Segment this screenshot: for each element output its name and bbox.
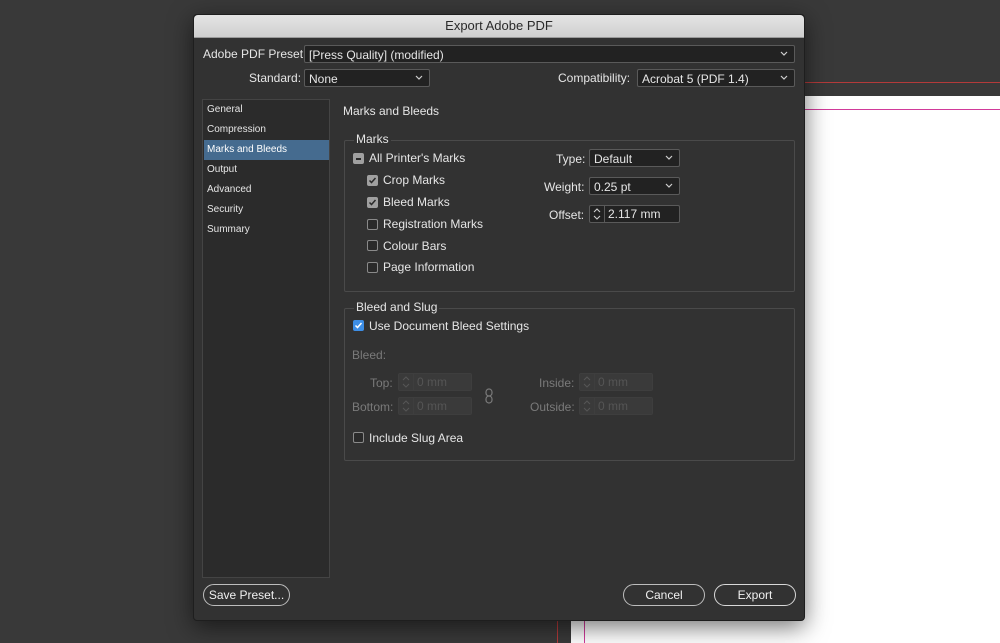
bleed-outside-value: 0 mm <box>598 399 628 413</box>
type-label: Type: <box>556 152 586 166</box>
bleed-outside-stepper[interactable]: 0 mm <box>579 397 653 415</box>
offset-value: 2.117 mm <box>608 207 661 221</box>
weight-label: Weight: <box>544 180 585 194</box>
standard-label: Standard: <box>249 71 302 85</box>
crop-marks-label: Crop Marks <box>383 173 446 187</box>
bleed-inside-value: 0 mm <box>598 375 628 389</box>
preset-label: Adobe PDF Preset: <box>203 47 307 61</box>
sidebar-item-output[interactable]: Output <box>204 160 329 180</box>
export-pdf-dialog: Export Adobe PDF Adobe PDF Preset: [Pres… <box>193 14 805 621</box>
bleed-guide-vertical <box>557 620 558 643</box>
preset-value: [Press Quality] (modified) <box>309 48 444 62</box>
sidebar-item-marks-and-bleeds[interactable]: Marks and Bleeds <box>204 140 329 160</box>
bleed-marks-checkbox[interactable] <box>367 197 378 208</box>
marks-group-label: Marks <box>354 132 391 146</box>
stepper-arrows-icon <box>402 398 414 414</box>
weight-select[interactable]: 0.25 pt <box>589 177 680 195</box>
chevron-down-icon <box>780 51 788 56</box>
weight-value: 0.25 pt <box>594 180 631 194</box>
stepper-arrows-icon[interactable] <box>590 206 605 222</box>
sidebar-item-advanced[interactable]: Advanced <box>204 180 329 200</box>
stepper-arrows-icon <box>583 374 595 390</box>
bleed-top-stepper[interactable]: 0 mm <box>398 373 472 391</box>
panel-title: Marks and Bleeds <box>343 104 440 118</box>
bleed-slug-group-label: Bleed and Slug <box>354 300 440 314</box>
chevron-down-icon <box>665 155 673 160</box>
sidebar-item-security[interactable]: Security <box>204 200 329 220</box>
bleed-label: Bleed: <box>352 348 387 362</box>
preset-select[interactable]: [Press Quality] (modified) <box>304 45 795 63</box>
top-label: Top: <box>370 376 393 390</box>
registration-marks-label: Registration Marks <box>383 217 484 231</box>
compatibility-select[interactable]: Acrobat 5 (PDF 1.4) <box>637 69 795 87</box>
standard-select[interactable]: None <box>304 69 430 87</box>
bleed-marks-label: Bleed Marks <box>383 195 450 209</box>
inside-label: Inside: <box>539 376 575 390</box>
margin-guide-vertical <box>584 620 585 643</box>
standard-value: None <box>309 72 338 86</box>
offset-label: Offset: <box>549 208 585 222</box>
compatibility-label: Compatibility: <box>558 71 631 85</box>
check-icon <box>368 177 377 184</box>
stepper-arrows-icon <box>402 374 414 390</box>
chevron-down-icon <box>415 75 423 80</box>
type-value: Default <box>594 152 633 166</box>
offset-stepper[interactable]: 2.117 mm <box>589 205 680 223</box>
crop-marks-checkbox[interactable] <box>367 175 378 186</box>
export-button[interactable]: Export <box>714 584 796 606</box>
bleed-guide-line <box>805 82 1000 83</box>
sidebar-item-general[interactable]: General <box>204 100 329 120</box>
use-document-bleed-label: Use Document Bleed Settings <box>369 319 530 333</box>
chevron-down-icon <box>780 75 788 80</box>
include-slug-checkbox[interactable] <box>353 432 364 443</box>
chain-link-icon[interactable] <box>483 387 495 405</box>
compatibility-value: Acrobat 5 (PDF 1.4) <box>642 72 749 86</box>
bleed-bottom-value: 0 mm <box>417 399 447 413</box>
bleed-inside-stepper[interactable]: 0 mm <box>579 373 653 391</box>
page-information-checkbox[interactable] <box>367 262 378 273</box>
category-sidebar: General Compression Marks and Bleeds Out… <box>202 99 330 578</box>
all-printers-marks-checkbox[interactable] <box>353 153 364 164</box>
page-information-label: Page Information <box>383 260 475 274</box>
all-printers-marks-label: All Printer's Marks <box>369 151 466 165</box>
stepper-arrows-icon <box>583 398 595 414</box>
chevron-down-icon <box>665 183 673 188</box>
sidebar-item-compression[interactable]: Compression <box>204 120 329 140</box>
sidebar-item-summary[interactable]: Summary <box>204 220 329 240</box>
use-document-bleed-checkbox[interactable] <box>353 320 364 331</box>
outside-label: Outside: <box>530 400 575 414</box>
bleed-bottom-stepper[interactable]: 0 mm <box>398 397 472 415</box>
margin-guide-line <box>805 109 1000 110</box>
colour-bars-label: Colour Bars <box>383 239 447 253</box>
check-icon <box>354 322 363 329</box>
save-preset-button[interactable]: Save Preset... <box>203 584 290 606</box>
include-slug-label: Include Slug Area <box>369 431 464 445</box>
colour-bars-checkbox[interactable] <box>367 240 378 251</box>
bleed-top-value: 0 mm <box>417 375 447 389</box>
dialog-title: Export Adobe PDF <box>194 15 804 38</box>
bottom-label: Bottom: <box>352 400 394 414</box>
registration-marks-checkbox[interactable] <box>367 219 378 230</box>
type-select[interactable]: Default <box>589 149 680 167</box>
check-icon <box>368 199 377 206</box>
cancel-button[interactable]: Cancel <box>623 584 705 606</box>
